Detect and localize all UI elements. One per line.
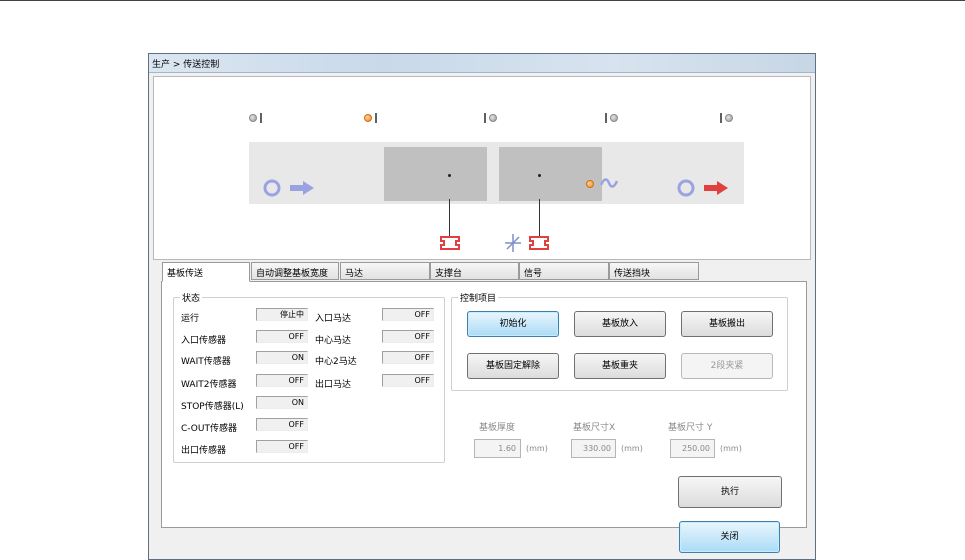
sensor-stop (484, 113, 497, 123)
execute-button[interactable]: 执行 (678, 476, 782, 508)
sensor-dot (725, 114, 733, 122)
initialize-button[interactable]: 初始化 (467, 311, 559, 337)
two-stage-clamp-button[interactable]: 2段夹紧 (681, 353, 773, 379)
board-center-dot (538, 174, 541, 177)
board-center-dot (448, 174, 451, 177)
status-value: OFF (256, 440, 308, 453)
title-bar: 生产 > 传送控制 (149, 54, 815, 73)
status-label: 入口传感器 (181, 336, 227, 346)
status-value: OFF (382, 330, 434, 343)
board-unload-button[interactable]: 基板搬出 (681, 311, 773, 337)
status-value: OFF (382, 351, 434, 364)
sensor-dot (489, 114, 497, 122)
sensor-marker (260, 113, 262, 123)
tab-panel: 状态 运行 停止中 入口传感器 OFF WAIT传感器 ON WAIT2传感器 … (161, 281, 807, 528)
sensor-dot (364, 114, 372, 122)
control-group-title: 控制项目 (458, 291, 499, 304)
board-unclamp-button[interactable]: 基板固定解除 (467, 353, 559, 379)
board-thickness-input[interactable]: 1.60 (474, 439, 521, 458)
sensor-marker (605, 113, 607, 123)
status-value: OFF (382, 308, 434, 321)
clamp-stem (539, 199, 540, 236)
breadcrumb: 生产 > 传送控制 (152, 60, 220, 70)
board-load-button[interactable]: 基板放入 (574, 311, 666, 337)
status-label: WAIT传感器 (181, 357, 231, 367)
tab-auto-width[interactable]: 自动调整基板宽度 (251, 262, 339, 280)
control-group: 控制项目 初始化 基板放入 基板搬出 基板固定解除 基板重夹 2段夹紧 (451, 291, 788, 391)
tab-transfer-stopper[interactable]: 传送挡块 (609, 262, 699, 280)
tab-bar: 基板传送 自动调整基板宽度 马达 支撑台 信号 传送挡块 (162, 262, 812, 282)
conveyor-belt (249, 142, 744, 204)
board-size-x-label: 基板尺寸X (573, 423, 616, 433)
sensor-dot (249, 114, 257, 122)
board-size-y-input[interactable]: 250.00 (670, 439, 715, 458)
transfer-control-window: 生产 > 传送控制 基板传送 自动调整基板宽度 马达 支撑台 信号 传送挡块 状… (148, 53, 816, 560)
tab-board-transfer[interactable]: 基板传送 (162, 262, 250, 282)
clamp-stem (449, 199, 450, 236)
status-label: STOP传感器(L) (181, 402, 244, 412)
status-group-title: 状态 (180, 291, 203, 304)
board-size-x-unit: (mm) (621, 444, 643, 453)
board-center (384, 147, 487, 201)
sensor-c-out (605, 113, 618, 123)
sensor-marker (375, 113, 377, 123)
status-label: 中心2马达 (315, 357, 357, 367)
status-label: 出口马达 (315, 380, 352, 390)
status-value: OFF (256, 418, 308, 431)
sensor-marker (484, 113, 486, 123)
status-value: 停止中 (256, 308, 308, 321)
asterisk-icon (505, 234, 521, 252)
board-thickness-unit: (mm) (526, 444, 548, 453)
sensor-exit (720, 113, 733, 123)
wave-icon (599, 178, 619, 188)
tab-motor[interactable]: 马达 (340, 262, 430, 280)
status-label: C-OUT传感器 (181, 424, 237, 434)
conveyor-diagram (153, 76, 811, 260)
status-value: OFF (256, 330, 308, 343)
board-size-y-unit: (mm) (720, 444, 742, 453)
board-size-y-label: 基板尺寸 Y (668, 423, 713, 433)
close-button[interactable]: 关闭 (679, 521, 780, 553)
status-label: WAIT2传感器 (181, 380, 237, 390)
status-value: OFF (256, 374, 308, 387)
status-value: ON (256, 396, 308, 409)
tab-signal[interactable]: 信号 (519, 262, 609, 280)
ring-icon (263, 179, 281, 197)
board-reclamp-button[interactable]: 基板重夹 (574, 353, 666, 379)
sensor-marker (720, 113, 722, 123)
status-value: OFF (382, 374, 434, 387)
top-divider (0, 0, 965, 1)
status-label: 出口传感器 (181, 446, 227, 456)
board-center2 (499, 147, 602, 201)
status-label: 运行 (181, 314, 200, 324)
sensor-dot (610, 114, 618, 122)
arrow-right-icon (290, 181, 314, 195)
sensor-wait (364, 113, 377, 123)
board-detect-dot (586, 180, 594, 188)
status-label: 入口马达 (315, 314, 352, 324)
board-thickness-label: 基板厚度 (479, 423, 516, 433)
clamp-icon (440, 236, 460, 250)
status-value: ON (256, 351, 308, 364)
tab-support-table[interactable]: 支撑台 (430, 262, 519, 280)
clamp-icon (529, 236, 549, 250)
status-group: 状态 运行 停止中 入口传感器 OFF WAIT传感器 ON WAIT2传感器 … (173, 291, 445, 463)
sensor-entrance (249, 113, 262, 123)
status-label: 中心马达 (315, 336, 352, 346)
ring-icon (677, 179, 695, 197)
board-size-x-input[interactable]: 330.00 (571, 439, 616, 458)
arrow-right-icon (704, 181, 728, 195)
